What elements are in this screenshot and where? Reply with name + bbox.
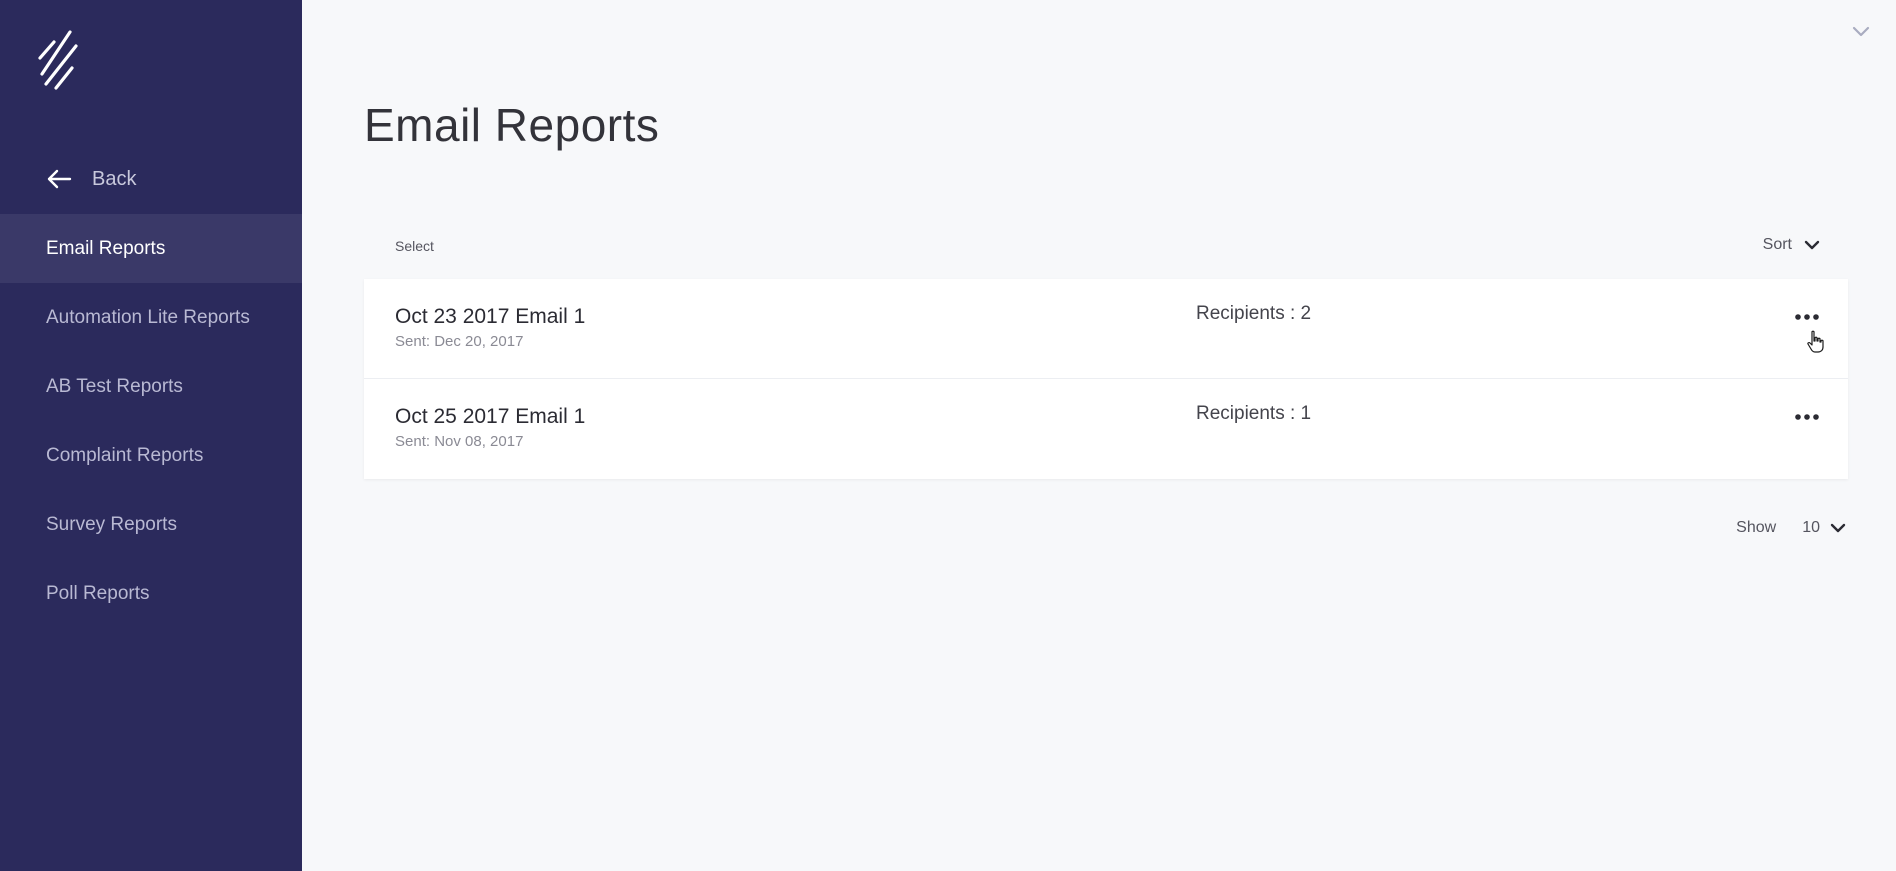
sidebar-item-label: Complaint Reports	[46, 444, 204, 466]
app-root: Back Email Reports Automation Lite Repor…	[0, 0, 1896, 871]
sidebar-item-survey-reports[interactable]: Survey Reports	[0, 490, 302, 559]
list-header: Select Sort	[364, 232, 1848, 262]
back-label: Back	[92, 167, 137, 190]
list-item[interactable]: Oct 25 2017 Email 1 Sent: Nov 08, 2017 R…	[364, 379, 1848, 479]
sidebar-item-poll-reports[interactable]: Poll Reports	[0, 559, 302, 628]
report-title[interactable]: Oct 23 2017 Email 1	[395, 305, 585, 329]
sort-label: Sort	[1762, 236, 1792, 253]
sidebar-nav: Email Reports Automation Lite Reports AB…	[0, 214, 302, 628]
sidebar-item-label: Automation Lite Reports	[46, 306, 250, 328]
account-menu-chevron-icon[interactable]	[1852, 26, 1870, 38]
sidebar-item-ab-test-reports[interactable]: AB Test Reports	[0, 352, 302, 421]
list-item[interactable]: Oct 23 2017 Email 1 Sent: Dec 20, 2017 R…	[364, 279, 1848, 379]
page-size-dropdown[interactable]: 10	[1802, 519, 1846, 537]
report-recipients: Recipients : 1	[1196, 403, 1312, 424]
sidebar-item-automation-lite-reports[interactable]: Automation Lite Reports	[0, 283, 302, 352]
page-size-value: 10	[1802, 519, 1820, 536]
sidebar-item-label: Survey Reports	[46, 513, 177, 535]
sidebar-item-label: Email Reports	[46, 237, 166, 259]
report-recipients: Recipients : 2	[1196, 303, 1312, 324]
slashes-logo-icon[interactable]	[36, 28, 86, 92]
report-sent-date: Sent: Dec 20, 2017	[395, 333, 524, 350]
show-label: Show	[1736, 519, 1777, 536]
sidebar: Back Email Reports Automation Lite Repor…	[0, 0, 302, 871]
sort-dropdown[interactable]: Sort	[1763, 236, 1820, 254]
more-options-icon[interactable]	[1794, 411, 1820, 423]
page-size-control: Show 10	[1736, 519, 1846, 537]
sidebar-item-label: Poll Reports	[46, 582, 150, 604]
page-title: Email Reports	[364, 99, 660, 151]
back-button[interactable]: Back	[46, 164, 136, 194]
chevron-down-icon	[1804, 240, 1820, 250]
main-content: Email Reports Select Sort Oct 23 2017 Em…	[302, 0, 1896, 871]
arrow-left-icon	[47, 169, 72, 189]
sidebar-item-complaint-reports[interactable]: Complaint Reports	[0, 421, 302, 490]
sidebar-item-label: AB Test Reports	[46, 375, 183, 397]
report-title[interactable]: Oct 25 2017 Email 1	[395, 405, 585, 429]
chevron-down-icon	[1830, 523, 1846, 533]
hand-cursor-icon	[1807, 330, 1824, 353]
report-list: Oct 23 2017 Email 1 Sent: Dec 20, 2017 R…	[364, 279, 1848, 479]
more-options-icon[interactable]	[1794, 311, 1820, 323]
select-toggle[interactable]: Select	[395, 238, 434, 254]
report-sent-date: Sent: Nov 08, 2017	[395, 433, 524, 450]
sidebar-item-email-reports[interactable]: Email Reports	[0, 214, 302, 283]
